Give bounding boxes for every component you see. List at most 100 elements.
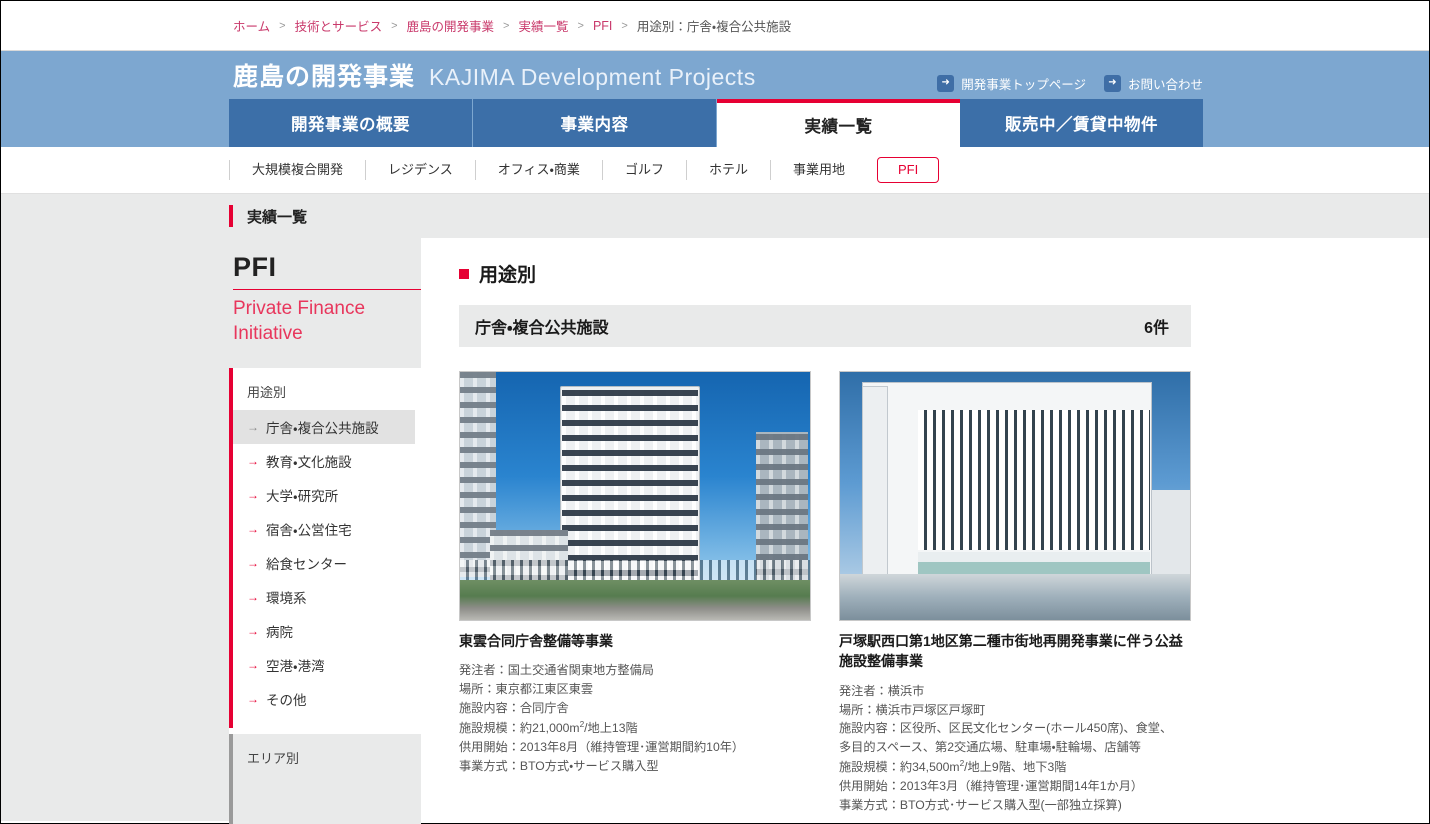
- project-detail-line: 発注者：国土交通省関東地方整備局: [459, 663, 654, 678]
- square-bullet-icon: [459, 268, 469, 279]
- arrow-right-icon: ➜: [1103, 74, 1121, 92]
- breadcrumb-item-home[interactable]: ホーム: [233, 16, 270, 35]
- sidebar-item-label: 宿舎・公営住宅: [266, 523, 352, 539]
- project-detail-line: 発注者：横浜市: [839, 683, 925, 698]
- sidebar-area-group[interactable]: エリア別: [229, 734, 421, 824]
- project-scale-suffix: /地上9階、地下3階: [964, 760, 1067, 775]
- sidebar-full-name: Private Finance Initiative: [233, 298, 366, 345]
- arrow-right-icon: →: [247, 454, 259, 469]
- sidebar-item-label: 庁舎・複合公共施設: [266, 421, 379, 437]
- subnav-item-large-mixed-use[interactable]: 大規模複合開発: [229, 160, 365, 180]
- arrow-right-icon: →: [247, 658, 259, 673]
- sidebar-abbr: PFI: [233, 252, 277, 282]
- breadcrumb-separator: >: [621, 19, 628, 32]
- page-body: PFI Private Finance Initiative 用途別 → 庁舎・複…: [1, 238, 1429, 824]
- accent-bar: [229, 205, 233, 227]
- photo-vertical-fins: [918, 410, 1150, 550]
- sub-navigation: 大規模複合開発 レジデンス オフィス・商業 ゴルフ ホテル 事業用地 PFI: [1, 147, 1429, 194]
- header-link-contact[interactable]: ➜ お問い合わせ: [1103, 74, 1203, 93]
- nav-tab-properties[interactable]: 販売中／賃貸中物件: [960, 99, 1203, 147]
- header-title-jp: 鹿島の開発事業: [233, 63, 416, 91]
- sidebar-heading: PFI Private Finance Initiative: [229, 238, 421, 369]
- subnav-item-pfi[interactable]: PFI: [876, 157, 940, 183]
- subnav-item-business-land[interactable]: 事業用地: [769, 160, 867, 180]
- project-title: 東雲合同庁舎整備等事業: [459, 633, 613, 649]
- breadcrumb-separator: >: [577, 19, 584, 32]
- list-item: → 教育・文化施設: [233, 444, 421, 478]
- list-item: → その他: [233, 682, 421, 716]
- sidebar-item-government-buildings[interactable]: → 庁舎・複合公共施設: [233, 410, 415, 445]
- header-link-top-page[interactable]: ➜ 開発事業トップページ: [937, 74, 1086, 93]
- sidebar-item-label: 大学・研究所: [266, 489, 339, 505]
- project-detail-line: 多目的スペース、第2交通広場、駐車場・駐輪場、店舗等: [839, 740, 1141, 755]
- sidebar-item-label: その他: [266, 693, 307, 709]
- sidebar-item-label: 教育・文化施設: [266, 455, 352, 471]
- project-detail-line: 施設内容：合同庁舎: [459, 701, 569, 716]
- section-strip: 実績一覧: [1, 194, 1429, 238]
- sidebar-use-group: 用途別 → 庁舎・複合公共施設 → 教育・文化施設 → 大学・研究所 → 宿舎・公営住宅…: [229, 368, 421, 729]
- breadcrumb-item-results[interactable]: 実績一覧: [518, 16, 568, 35]
- project-scale-line: 施設規模：約21,000m2/地上13階: [459, 718, 811, 738]
- subnav-item-golf[interactable]: ゴルフ: [601, 160, 686, 180]
- project-detail-line: 施設内容：区役所、区民文化センター(ホール450席)、食堂、: [839, 721, 1173, 736]
- subnav-item-hotel[interactable]: ホテル: [685, 160, 770, 180]
- arrow-right-icon: →: [247, 624, 259, 639]
- sidebar-item-hospital[interactable]: → 病院: [233, 614, 415, 648]
- list-item: → 大学・研究所: [233, 478, 421, 512]
- project-photo-shinonome[interactable]: [459, 371, 811, 621]
- breadcrumb-separator: >: [391, 19, 398, 32]
- project-detail-line: 事業方式：BTO方式・サービス購入型: [459, 758, 659, 773]
- sidebar-item-label: 空港・港湾: [266, 659, 325, 675]
- category-name: 庁舎・複合公共施設: [475, 320, 609, 337]
- sidebar-use-list: → 庁舎・複合公共施設 → 教育・文化施設 → 大学・研究所 → 宿舎・公営住宅 → 給食…: [233, 410, 421, 716]
- photo-stair-tower: [862, 386, 888, 594]
- category-count: 6件: [1144, 320, 1169, 337]
- arrow-right-icon: →: [247, 522, 259, 537]
- list-item: → 給食センター: [233, 546, 421, 580]
- arrow-right-icon: →: [247, 488, 259, 503]
- project-detail-line: 場所：横浜市戸塚区戸塚町: [839, 702, 986, 717]
- sidebar-area-group-label: エリア別: [247, 751, 300, 767]
- nav-tab-results[interactable]: 実績一覧: [717, 99, 960, 147]
- list-item: → 環境系: [233, 580, 421, 614]
- header-title-en: KAJIMA Development Projects: [429, 64, 756, 90]
- section-strip-title: 実績一覧: [247, 208, 308, 226]
- project-details: 発注者：国土交通省関東地方整備局 場所：東京都江東区東雲 施設内容：合同庁舎 施…: [459, 661, 811, 776]
- project-detail-line: 供用開始：2013年8月（維持管理･運営期間約10年）: [459, 739, 745, 754]
- sidebar-item-airport-harbor[interactable]: → 空港・港湾: [233, 648, 415, 682]
- sidebar-item-other[interactable]: → その他: [233, 682, 415, 716]
- project-detail-line: 場所：東京都江東区東雲: [459, 682, 594, 697]
- project-list: 東雲合同庁舎整備等事業 発注者：国土交通省関東地方整備局 場所：東京都江東区東雲…: [459, 371, 1429, 815]
- project-photo-totsuka[interactable]: [839, 371, 1191, 621]
- sidebar-item-meal-center[interactable]: → 給食センター: [233, 546, 415, 580]
- subnav-item-office-commercial[interactable]: オフィス・商業: [474, 160, 602, 180]
- arrow-right-icon: →: [247, 590, 259, 605]
- sidebar-item-education-culture[interactable]: → 教育・文化施設: [233, 444, 415, 478]
- photo-ground: [840, 574, 1190, 620]
- photo-ground: [460, 580, 810, 620]
- page-root: ホーム > 技術とサービス > 鹿島の開発事業 > 実績一覧 > PFI > 用…: [1, 1, 1429, 824]
- sidebar-use-group-label: 用途別: [247, 385, 287, 401]
- header-link-label: 開発事業トップページ: [961, 77, 1086, 92]
- breadcrumb-item-tech-services[interactable]: 技術とサービス: [295, 16, 383, 35]
- photo-ground-colonnade: [460, 560, 810, 582]
- list-item: → 宿舎・公営住宅: [233, 512, 421, 546]
- sidebar-item-label: 環境系: [266, 591, 307, 607]
- breadcrumb-item-development[interactable]: 鹿島の開発事業: [407, 16, 495, 35]
- sidebar-item-dormitory-public-housing[interactable]: → 宿舎・公営住宅: [233, 512, 415, 546]
- breadcrumb-item-pfi[interactable]: PFI: [593, 19, 612, 33]
- subnav-item-residence[interactable]: レジデンス: [365, 160, 475, 180]
- project-detail-line: 供用開始：2013年3月（維持管理･運営期間14年1か月）: [839, 779, 1144, 794]
- sidebar-item-university-research[interactable]: → 大学・研究所: [233, 478, 415, 512]
- left-gutter: [1, 238, 229, 821]
- project-scale-suffix: /地上13階: [584, 721, 638, 736]
- site-header-banner: 鹿島の開発事業 KAJIMA Development Projects ➜ 開発…: [1, 51, 1429, 99]
- sidebar-item-environmental[interactable]: → 環境系: [233, 580, 415, 614]
- sidebar-item-label: 病院: [266, 625, 293, 641]
- list-item: → 病院: [233, 614, 421, 648]
- nav-tab-overview[interactable]: 開発事業の概要: [229, 99, 473, 147]
- breadcrumb: ホーム > 技術とサービス > 鹿島の開発事業 > 実績一覧 > PFI > 用…: [1, 1, 1429, 51]
- nav-tab-business-content[interactable]: 事業内容: [473, 99, 717, 147]
- list-item: → 空港・港湾: [233, 648, 421, 682]
- project-title: 戸塚駅西口第1地区第二種市街地再開発事業に伴う公益施設整備事業: [839, 633, 1183, 670]
